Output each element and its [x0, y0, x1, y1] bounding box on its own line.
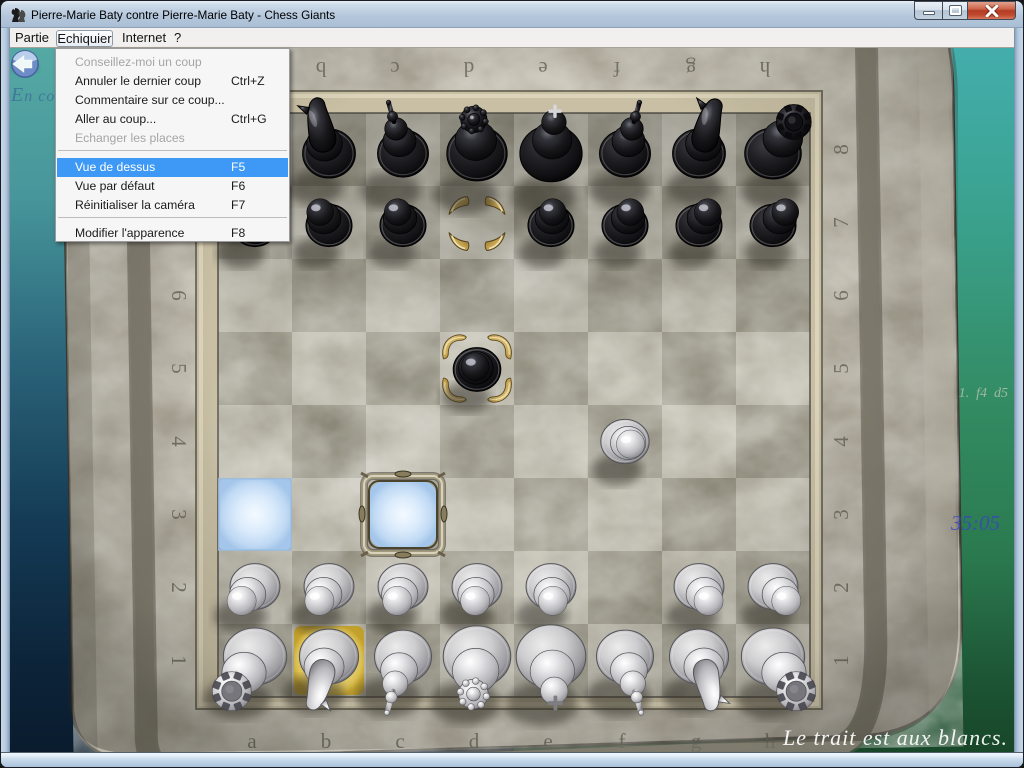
- svg-text:Le trait est aux blancs.: Le trait est aux blancs.: [782, 725, 1008, 750]
- svg-text:1. f4 d5: 1. f4 d5: [959, 386, 1008, 401]
- svg-text:35:05: 35:05: [950, 511, 1000, 535]
